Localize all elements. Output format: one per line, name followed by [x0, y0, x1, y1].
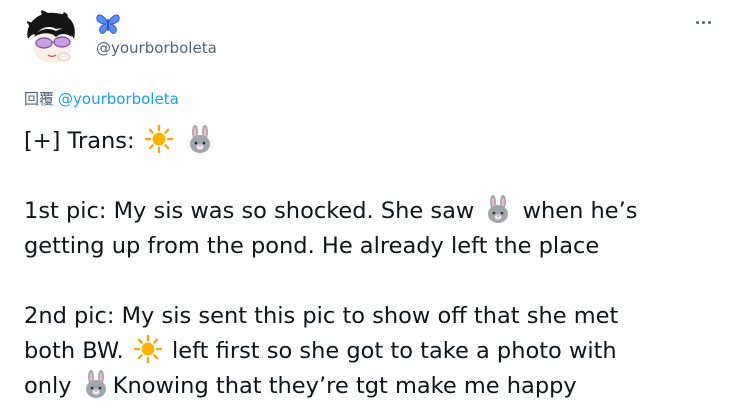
tweet-line: getting up from the pond. He already lef… [24, 233, 600, 259]
reply-prefix: 回覆 [24, 90, 55, 108]
more-options-button[interactable] [692, 12, 714, 32]
sun-icon [133, 334, 163, 364]
butterfly-icon [96, 14, 120, 34]
tweet-text: [+] Trans: 1st pic: My sis was so shocke… [24, 124, 724, 404]
ellipsis-icon [695, 20, 699, 24]
tweet-line: 1st pic: My sis was so shocked. She saw … [24, 194, 724, 229]
tweet-line: both BW. left first so she got to take a… [24, 334, 724, 369]
tweet-line: only Knowing that they’re tgt make me ha… [24, 369, 724, 404]
tweet-line: 2nd pic: My sis sent this pic to show of… [24, 303, 619, 329]
user-handle[interactable]: @yourborboleta [96, 38, 217, 58]
reply-context: 回覆 @yourborboleta [24, 89, 179, 109]
reply-mention-link[interactable]: @yourborboleta [58, 90, 179, 108]
tweet-line: [+] Trans: [24, 124, 724, 159]
display-name[interactable] [96, 13, 120, 35]
sun-icon [144, 124, 173, 154]
rabbit-icon [189, 125, 210, 153]
rabbit-icon [85, 370, 106, 398]
rabbit-icon [488, 195, 509, 223]
avatar[interactable] [22, 9, 80, 67]
